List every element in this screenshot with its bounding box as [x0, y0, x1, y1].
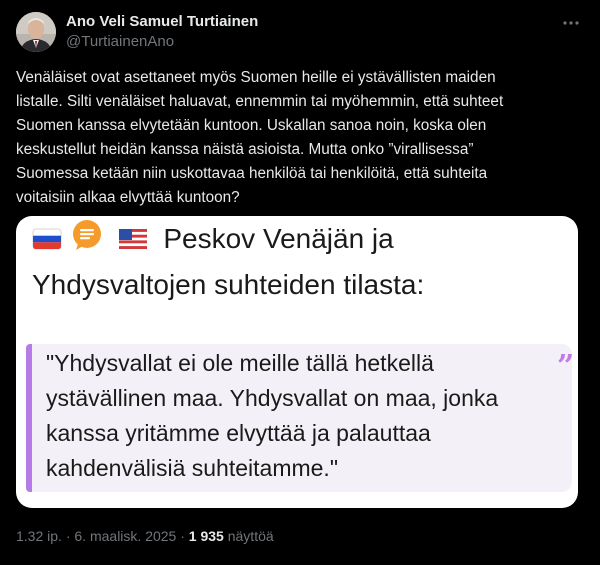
- meta-separator: ·: [180, 528, 185, 544]
- views-count: 1 935: [188, 528, 224, 544]
- more-icon: [563, 21, 579, 25]
- tweet: Ano Veli Samuel Turtiainen @TurtiainenAn…: [0, 0, 600, 565]
- tweet-media-image[interactable]: Peskov Venäjän ja Yhdysvaltojen suhteide…: [16, 216, 578, 508]
- views-label: näyttöä: [227, 528, 274, 544]
- quote-box: "Yhdysvallat ei ole meille tällä hetkell…: [26, 344, 574, 492]
- tweet-date[interactable]: 6. maalisk. 2025: [74, 528, 176, 544]
- avatar-image: [16, 12, 56, 52]
- russia-flag-icon: [32, 220, 62, 262]
- media-title: Peskov Venäjän ja Yhdysvaltojen suhteide…: [32, 218, 572, 306]
- quote-text: "Yhdysvallat ei ole meille tällä hetkell…: [46, 350, 499, 481]
- more-options-button[interactable]: [560, 12, 582, 34]
- author-handle[interactable]: @TurtiainenAno: [66, 32, 258, 52]
- quote-mark-icon: ”: [557, 349, 575, 384]
- author-header: Ano Veli Samuel Turtiainen @TurtiainenAn…: [66, 12, 258, 52]
- media-title-line1: Peskov Venäjän ja: [163, 223, 394, 255]
- tweet-meta: 1.32 ip. · 6. maalisk. 2025 · 1 935 näyt…: [16, 527, 274, 545]
- author-display-name[interactable]: Ano Veli Samuel Turtiainen: [66, 12, 258, 32]
- avatar[interactable]: [16, 12, 56, 52]
- media-title-line2: Yhdysvaltojen suhteiden tilasta:: [32, 269, 425, 300]
- meta-separator: ·: [65, 528, 71, 544]
- tweet-text: Venäläiset ovat asettaneet myös Suomen h…: [16, 69, 504, 206]
- tweet-time[interactable]: 1.32 ip.: [16, 528, 62, 544]
- usa-flag-icon: [118, 220, 148, 262]
- speech-bubble-icon: [70, 218, 104, 264]
